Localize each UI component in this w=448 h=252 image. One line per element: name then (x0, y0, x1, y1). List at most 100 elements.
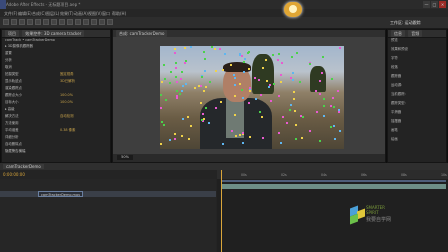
track-point[interactable] (184, 62, 186, 64)
right-panel-item[interactable]: 段落 (391, 65, 398, 70)
track-point[interactable] (230, 64, 232, 66)
track-point[interactable] (163, 124, 165, 126)
track-point[interactable] (203, 90, 205, 92)
track-point[interactable] (333, 125, 335, 127)
track-point[interactable] (293, 91, 295, 93)
track-point[interactable] (282, 116, 284, 118)
track-point[interactable] (278, 132, 280, 134)
track-point[interactable] (319, 93, 321, 95)
track-point[interactable] (235, 135, 237, 137)
track-point[interactable] (295, 124, 297, 126)
track-point[interactable] (333, 106, 335, 108)
right-panel-item[interactable]: 画笔 (391, 128, 398, 133)
track-point[interactable] (165, 99, 167, 101)
track-point[interactable] (280, 142, 282, 144)
track-point[interactable] (175, 67, 177, 69)
property-value[interactable]: 100.0% (60, 100, 73, 105)
track-point[interactable] (289, 109, 291, 111)
track-point[interactable] (249, 136, 251, 138)
current-timecode[interactable]: 0:00:00:00 (3, 172, 25, 177)
track-point[interactable] (321, 72, 323, 74)
track-point[interactable] (187, 116, 189, 118)
track-point[interactable] (169, 82, 171, 84)
track-point[interactable] (222, 69, 224, 71)
track-point[interactable] (286, 122, 288, 124)
track-point[interactable] (179, 93, 181, 95)
effect-property-row[interactable]: ▸ 高级 (2, 107, 110, 112)
zoom-dropdown[interactable]: 50% (117, 155, 133, 160)
right-panel-item[interactable]: 跟踪类型: (391, 101, 406, 106)
track-point[interactable] (174, 48, 176, 50)
track-point[interactable] (290, 77, 292, 79)
right-panel-item[interactable]: 运动源: (391, 83, 402, 88)
track-point[interactable] (175, 62, 177, 64)
pan-behind-tool-icon[interactable] (43, 19, 49, 25)
hand-tool-icon[interactable] (11, 19, 17, 25)
track-point[interactable] (190, 46, 192, 48)
track-point[interactable] (278, 95, 280, 97)
track-point[interactable] (309, 63, 311, 65)
right-panel-item[interactable]: 摇摆器 (391, 119, 401, 124)
track-point[interactable] (262, 137, 264, 139)
track-point[interactable] (292, 79, 294, 81)
track-point[interactable] (248, 102, 250, 104)
effect-property-row[interactable]: 分析 (2, 58, 110, 63)
track-point[interactable] (174, 52, 176, 54)
track-point[interactable] (239, 83, 241, 85)
track-point[interactable] (204, 70, 206, 72)
track-point[interactable] (255, 98, 257, 100)
track-point[interactable] (249, 90, 251, 92)
track-point[interactable] (163, 64, 165, 66)
track-point[interactable] (273, 83, 275, 85)
right-panel-item[interactable]: 跟踪器 (391, 74, 401, 79)
track-point[interactable] (181, 90, 183, 92)
track-point[interactable] (205, 107, 207, 109)
track-point[interactable] (337, 90, 339, 92)
text-tool-icon[interactable] (67, 19, 73, 25)
effect-property-row[interactable]: 解决方法 自动检测 (2, 114, 110, 119)
track-point[interactable] (161, 81, 163, 83)
track-point[interactable] (294, 110, 296, 112)
track-point[interactable] (219, 48, 221, 50)
track-point[interactable] (205, 86, 207, 88)
rotate-tool-icon[interactable] (27, 19, 33, 25)
right-panel-item[interactable]: 效果和预设 (391, 47, 408, 52)
track-point[interactable] (300, 115, 302, 117)
track-point[interactable] (182, 118, 184, 120)
track-point[interactable] (339, 47, 341, 49)
track-point[interactable] (296, 52, 298, 54)
eraser-tool-icon[interactable] (91, 19, 97, 25)
track-point[interactable] (234, 114, 236, 116)
track-point[interactable] (160, 107, 162, 109)
track-point[interactable] (258, 79, 260, 81)
track-point[interactable] (176, 95, 178, 97)
track-point[interactable] (233, 74, 235, 76)
right-panel-item[interactable]: 字符 (391, 56, 398, 61)
track-point[interactable] (215, 107, 217, 109)
track-point[interactable] (224, 53, 226, 55)
track-point[interactable] (278, 53, 280, 55)
effect-property-row[interactable]: 隐藏警告横幅 (2, 149, 110, 154)
track-point[interactable] (299, 81, 301, 83)
track-point[interactable] (176, 81, 178, 83)
track-point[interactable] (175, 76, 177, 78)
effect-property-row[interactable]: 显示轨迹点 3D已解析 (2, 79, 110, 84)
track-point[interactable] (280, 74, 282, 76)
effect-property-row[interactable]: 取消 (2, 65, 110, 70)
property-value[interactable]: 100.0% (60, 93, 73, 98)
track-point[interactable] (319, 140, 321, 142)
track-point[interactable] (188, 138, 190, 140)
track-point[interactable] (239, 53, 241, 55)
track-point[interactable] (181, 135, 183, 137)
right-panel-item[interactable]: 预览 (391, 38, 398, 43)
track-point[interactable] (291, 56, 293, 58)
track-point[interactable] (164, 78, 166, 80)
effect-property-row[interactable]: 详细分析 (2, 135, 110, 140)
brush-tool-icon[interactable] (75, 19, 81, 25)
table-row[interactable]: camTrackerDemo.mov (0, 191, 216, 197)
track-point[interactable] (194, 87, 196, 89)
track-point[interactable] (339, 130, 341, 132)
track-point[interactable] (180, 78, 182, 80)
track-point[interactable] (234, 84, 236, 86)
track-point[interactable] (243, 61, 245, 63)
